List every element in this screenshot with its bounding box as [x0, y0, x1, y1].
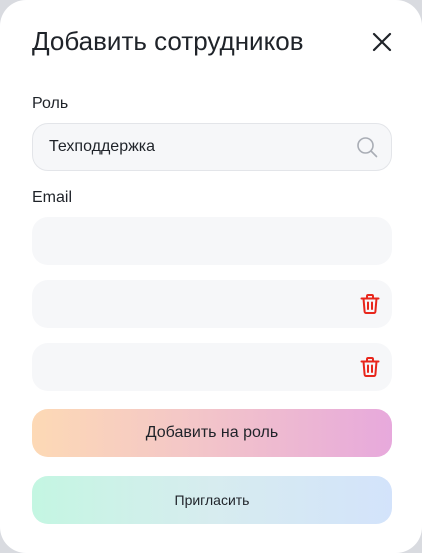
add-employees-dialog: Добавить сотрудников Роль Техподдержка E…	[0, 0, 422, 553]
search-icon	[357, 137, 378, 158]
email-input-3[interactable]	[32, 343, 392, 391]
role-search-field[interactable]: Техподдержка	[32, 123, 392, 171]
role-value: Техподдержка	[49, 138, 156, 155]
email-input-1[interactable]	[32, 217, 392, 265]
close-icon	[372, 32, 392, 52]
trash-icon[interactable]	[358, 292, 382, 316]
dialog-title: Добавить сотрудников	[32, 26, 304, 56]
trash-icon[interactable]	[358, 355, 382, 379]
add-to-role-button[interactable]: Добавить на роль	[32, 409, 392, 457]
email-input-2[interactable]	[32, 280, 392, 328]
add-to-role-label: Добавить на роль	[145, 424, 279, 441]
email-label: Email	[32, 189, 73, 206]
close-button[interactable]	[368, 28, 396, 56]
invite-label: Пригласить	[174, 492, 250, 508]
invite-button[interactable]: Пригласить	[32, 476, 392, 524]
role-label: Роль	[32, 95, 69, 112]
